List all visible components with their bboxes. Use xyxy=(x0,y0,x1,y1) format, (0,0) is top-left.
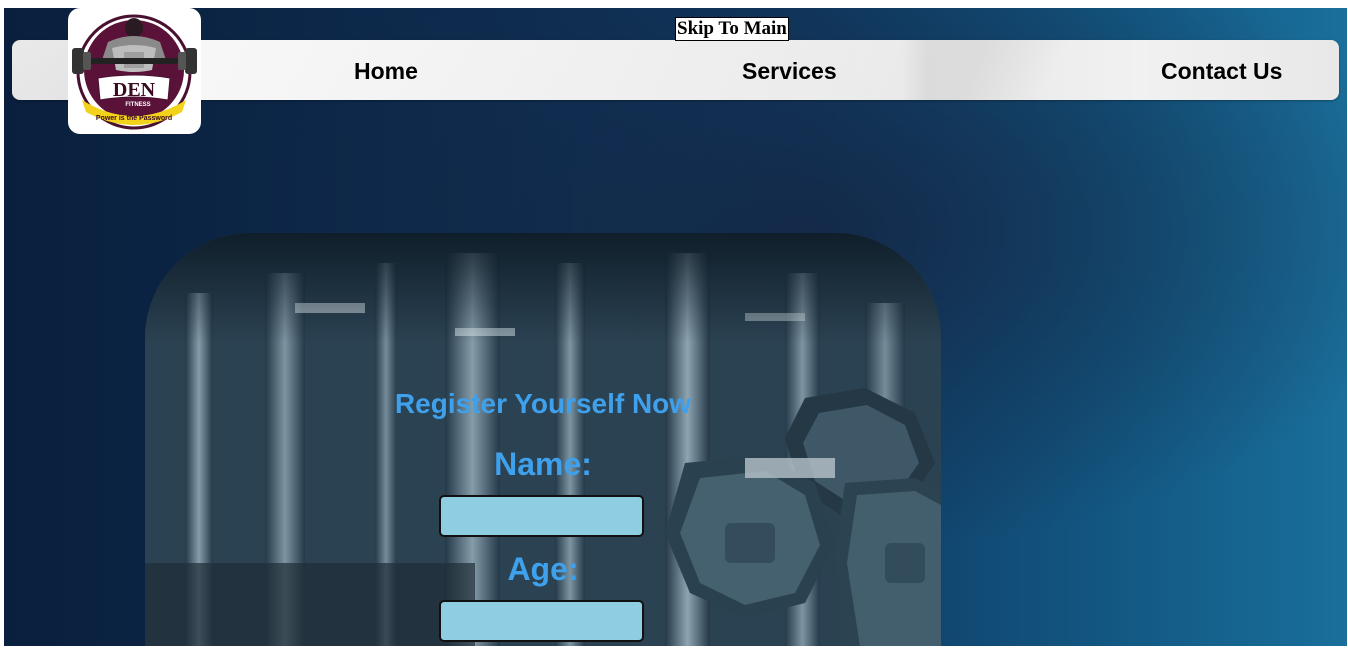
age-label: Age: xyxy=(507,551,579,587)
nav-services-link[interactable]: Services xyxy=(742,40,837,100)
name-label: Name: xyxy=(494,446,592,482)
skip-to-main-link[interactable]: Skip To Main xyxy=(675,17,789,41)
site-logo[interactable]: DEN Power is the Password FITNESS xyxy=(68,8,201,134)
svg-text:FITNESS: FITNESS xyxy=(125,102,150,108)
den-fitness-logo-icon: DEN Power is the Password FITNESS xyxy=(72,14,197,130)
name-field[interactable] xyxy=(439,495,644,537)
svg-text:DEN: DEN xyxy=(113,79,156,101)
svg-text:Power is the Password: Power is the Password xyxy=(96,115,172,122)
register-title: Register Yourself Now xyxy=(394,388,692,419)
nav-home-link[interactable]: Home xyxy=(354,40,418,100)
age-field[interactable] xyxy=(439,600,644,642)
page-top-strip xyxy=(0,0,1348,8)
nav-contact-link[interactable]: Contact Us xyxy=(1161,40,1282,100)
page-background: Home Services Contact Us DEN Power is th… xyxy=(4,8,1347,646)
main-navbar: Home Services Contact Us xyxy=(12,40,1339,100)
registration-hero: Register Yourself Now Name: Age: xyxy=(145,233,941,646)
